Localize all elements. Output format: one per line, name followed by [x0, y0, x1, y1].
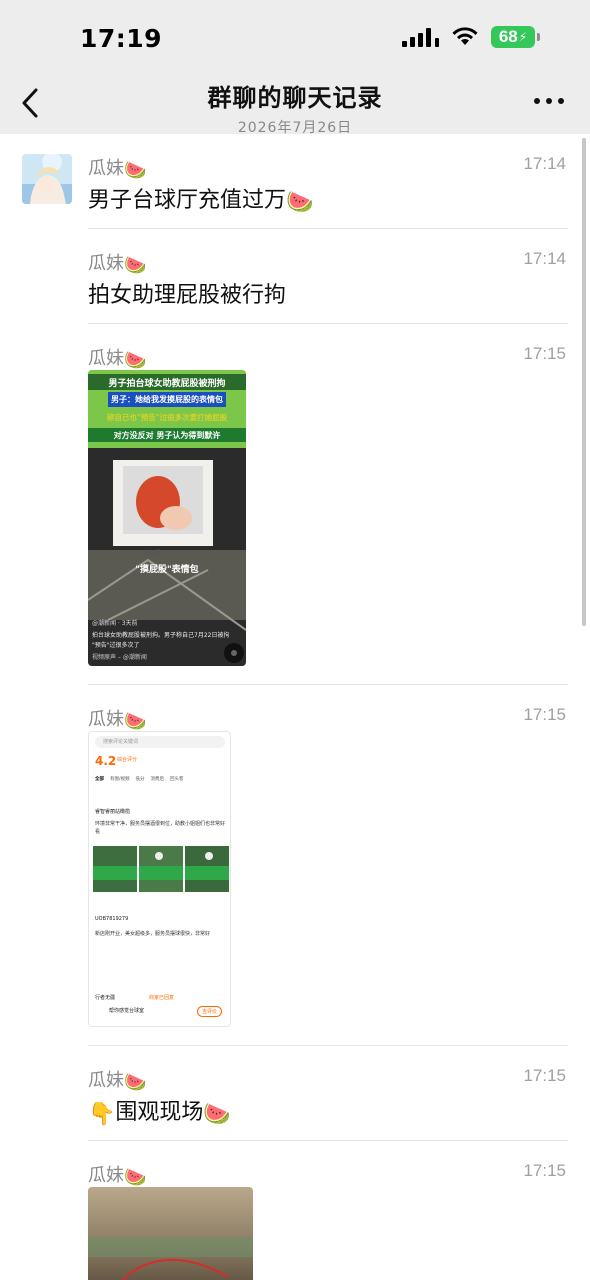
message-time: 17:14: [523, 154, 566, 173]
message-time: 17:15: [523, 1161, 566, 1180]
message-time: 17:15: [523, 705, 566, 724]
message-text: 👇围观现场🍉: [88, 1100, 231, 1127]
wifi-icon: [451, 27, 479, 47]
message-time: 17:15: [523, 1066, 566, 1085]
page-title: 群聊的聊天记录: [207, 84, 383, 112]
review-rating: 4.2: [95, 754, 117, 768]
watermelon-icon: 🍉: [203, 1102, 231, 1127]
message-item[interactable]: 瓜妹🍉 17:14 男子台球厅充值过万🍉: [0, 134, 590, 229]
watermelon-icon: 🍉: [286, 190, 314, 215]
review-search-bar: 搜索评论关键词: [95, 736, 225, 748]
review-cta-button: 吉评价: [197, 1006, 223, 1017]
message-item[interactable]: 瓜妹🍉 17:14 拍女助理屁股被行拘: [0, 229, 590, 324]
watermelon-icon: 🍉: [124, 255, 147, 276]
message-text: 拍女助理屁股被行拘: [88, 283, 287, 308]
sender-name: 瓜妹🍉: [88, 1070, 147, 1093]
review-text: 环境非常干净，服务员摆酒很到位，助教小姐姐们也非常好看: [95, 821, 226, 835]
message-list: 瓜妹🍉 17:14 男子台球厅充值过万🍉 瓜妹🍉 17:14 拍女助理屁股被行拘…: [0, 134, 590, 1280]
review-photos: [93, 846, 229, 892]
status-time: 17:19: [80, 24, 163, 53]
message-image[interactable]: 男子拍台球女助教屁股被刑拘 男子：她给我发摸屁股的表情包 称自己也"预告"过很多…: [88, 370, 246, 666]
battery-percent: 68: [498, 27, 518, 46]
sender-name: 瓜妹🍉: [88, 709, 147, 732]
message-image[interactable]: 搜索评论关键词 4.2 综合评分 全部 有图/视频 低分 消费后 回头客 睿智睿…: [88, 731, 231, 1027]
more-options-button[interactable]: [534, 98, 564, 104]
message-time: 17:15: [523, 344, 566, 363]
header-bar: 17:19 68 ⚡ 群聊的聊天记录 2026年7月26日: [0, 0, 590, 137]
avatar[interactable]: [22, 154, 72, 204]
video-description: "预告"过很多次了: [92, 642, 140, 649]
image-headline: 男子拍台球女助教屁股被刑拘: [108, 379, 226, 389]
title-area: 群聊的聊天记录 2026年7月26日: [0, 78, 590, 137]
message-time: 17:14: [523, 249, 566, 268]
message-text: 男子台球厅充值过万🍉: [88, 188, 314, 215]
sender-name: 瓜妹🍉: [88, 1165, 147, 1188]
sender-name: 瓜妹🍉: [88, 253, 147, 276]
reviewer-name: 睿智睿丽站橄榄: [95, 809, 131, 815]
video-description: 拍台球女助教屁股被刑拘。男子称自己7月22日被拘: [92, 632, 230, 639]
image-caption-line: 对方没反对 男子认为得到默许: [113, 431, 221, 440]
sender-name: 瓜妹🍉: [88, 348, 147, 371]
message-item[interactable]: 瓜妹🍉 17:15 👇围观现场🍉: [0, 1046, 590, 1141]
watermelon-icon: 🍉: [124, 350, 147, 371]
sender-name: 瓜妹🍉: [88, 158, 147, 181]
video-source: @潮新闻 · 3天前: [92, 620, 138, 627]
review-text: 新店刚开业，美女超级多，服务员摆球很快，非常好: [95, 931, 211, 937]
reviewer-name: UOB7819279: [95, 916, 129, 922]
review-tabs: 全部 有图/视频 低分 消费后 回头客: [95, 777, 184, 782]
image-subhead: 男子：她给我发摸屁股的表情包: [111, 395, 223, 404]
message-item[interactable]: 瓜妹🍉 17:15 搜索评论关键词 4.2 综合评分 全部 有图/视频 低分 消…: [0, 685, 590, 1046]
image-caption: "摸屁股"表情包: [135, 565, 199, 575]
status-icons: 68 ⚡: [402, 26, 540, 48]
cellular-signal-icon: [402, 27, 439, 47]
review-reply-badge: 商家已回复: [149, 995, 175, 1001]
pointing-down-icon: 👇: [88, 1102, 116, 1127]
message-item[interactable]: 瓜妹🍉 17:15 男子拍台球女助教屁股被刑拘 男子：她给我发摸屁股的表情包 称…: [0, 324, 590, 685]
sticker-label: 摸屁股: [143, 550, 162, 557]
review-rating-label: 综合评分: [117, 757, 138, 763]
watermelon-icon: 🍉: [124, 711, 147, 732]
message-image[interactable]: [88, 1187, 253, 1280]
reviewer-name: 行者无疆: [95, 995, 116, 1001]
battery-icon: 68 ⚡: [491, 26, 535, 48]
watermelon-icon: 🍉: [124, 160, 147, 181]
review-footer-title: 帮你感觉台球室: [109, 1008, 145, 1014]
image-caption-line: 称自己也"预告"过很多次要打她屁股: [106, 413, 228, 422]
watermelon-icon: 🍉: [124, 1072, 147, 1093]
message-item[interactable]: 瓜妹🍉 17:15: [0, 1141, 590, 1280]
watermelon-icon: 🍉: [124, 1167, 147, 1188]
video-music: 视频原声 – @潮新闻: [92, 654, 147, 661]
